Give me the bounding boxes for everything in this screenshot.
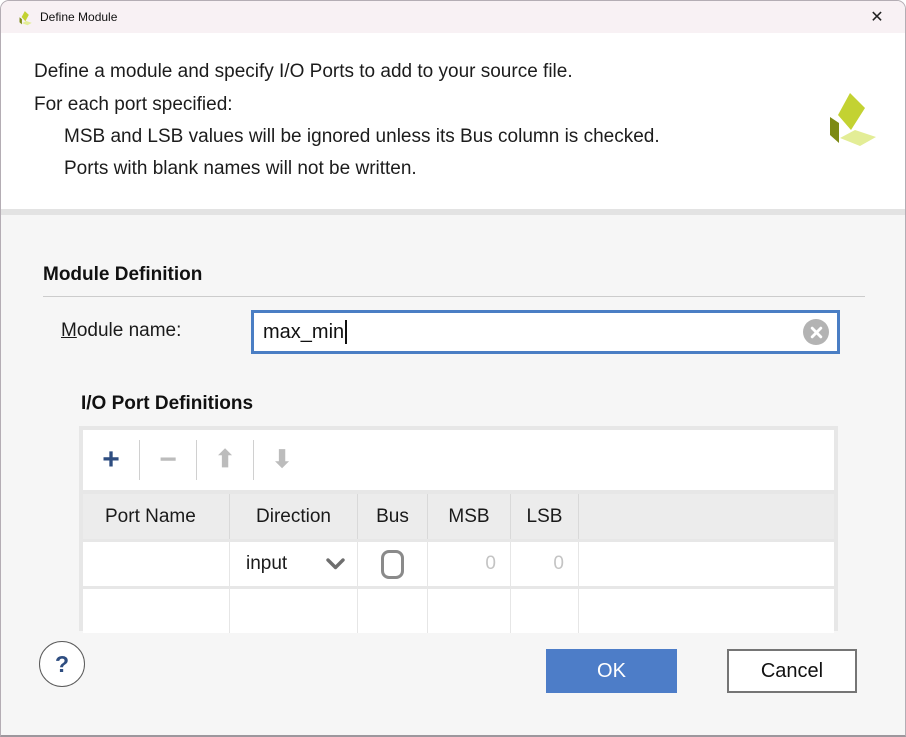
toolbar-separator xyxy=(139,440,140,480)
title-bar: Define Module ✕ xyxy=(1,1,905,33)
cancel-button[interactable]: Cancel xyxy=(727,649,857,693)
vivado-logo-icon xyxy=(15,9,32,26)
module-name-mnemonic: M xyxy=(61,320,77,341)
vivado-logo xyxy=(813,85,877,151)
lsb-cell[interactable]: 0 xyxy=(511,542,579,586)
module-name-input[interactable]: max_min xyxy=(251,310,840,354)
module-name-label: Module name: xyxy=(61,320,181,342)
module-name-label-rest: odule name: xyxy=(77,320,182,341)
io-port-table: + − ⬆ ⬇ Port Name Direction Bus MSB LSB … xyxy=(79,426,838,631)
chevron-down-icon xyxy=(326,558,345,570)
toolbar-separator xyxy=(196,440,197,480)
bus-checkbox-cell xyxy=(358,542,428,586)
move-down-button[interactable]: ⬇ xyxy=(259,437,305,483)
text-caret xyxy=(345,320,347,344)
move-up-button[interactable]: ⬆ xyxy=(202,437,248,483)
column-header-msb: MSB xyxy=(428,494,511,539)
lsb-cell[interactable] xyxy=(511,589,579,633)
toolbar-separator xyxy=(253,440,254,480)
column-header-lsb: LSB xyxy=(511,494,579,539)
port-name-cell[interactable] xyxy=(83,542,230,586)
help-button[interactable]: ? xyxy=(39,641,85,687)
module-definition-heading: Module Definition xyxy=(43,264,202,286)
column-header-port-name: Port Name xyxy=(83,494,230,539)
add-port-button[interactable]: + xyxy=(88,437,134,483)
define-module-dialog: Define Module ✕ Define a module and spec… xyxy=(0,0,906,737)
direction-dropdown[interactable]: input xyxy=(230,542,358,586)
msb-cell[interactable] xyxy=(428,589,511,633)
remove-port-button[interactable]: − xyxy=(145,437,191,483)
row-filler-cell xyxy=(579,589,834,633)
ok-button[interactable]: OK xyxy=(546,649,677,693)
description-line-2: For each port specified: xyxy=(34,94,233,116)
description-line-1: Define a module and specify I/O Ports to… xyxy=(34,61,573,83)
module-name-value: max_min xyxy=(263,321,344,344)
row-filler-cell xyxy=(579,542,834,586)
table-toolbar: + − ⬆ ⬇ xyxy=(83,430,834,490)
window-title: Define Module xyxy=(40,10,117,24)
direction-cell[interactable] xyxy=(230,589,358,633)
port-table-grid: Port Name Direction Bus MSB LSB input 0 … xyxy=(83,494,834,633)
bus-checkbox[interactable] xyxy=(381,550,404,579)
direction-value: input xyxy=(246,553,287,575)
port-name-cell[interactable] xyxy=(83,589,230,633)
column-header-direction: Direction xyxy=(230,494,358,539)
description-line-3: MSB and LSB values will be ignored unles… xyxy=(64,126,660,148)
x-icon xyxy=(810,326,823,339)
column-header-filler xyxy=(579,494,834,539)
io-port-definitions-heading: I/O Port Definitions xyxy=(81,393,253,415)
bus-cell[interactable] xyxy=(358,589,428,633)
heading-rule xyxy=(43,296,865,297)
msb-cell[interactable]: 0 xyxy=(428,542,511,586)
close-button[interactable]: ✕ xyxy=(855,1,899,33)
section-divider xyxy=(1,209,905,215)
column-header-bus: Bus xyxy=(358,494,428,539)
clear-input-icon[interactable] xyxy=(803,319,829,345)
description-line-4: Ports with blank names will not be writt… xyxy=(64,158,417,180)
dialog-description-panel: Define a module and specify I/O Ports to… xyxy=(1,33,905,209)
